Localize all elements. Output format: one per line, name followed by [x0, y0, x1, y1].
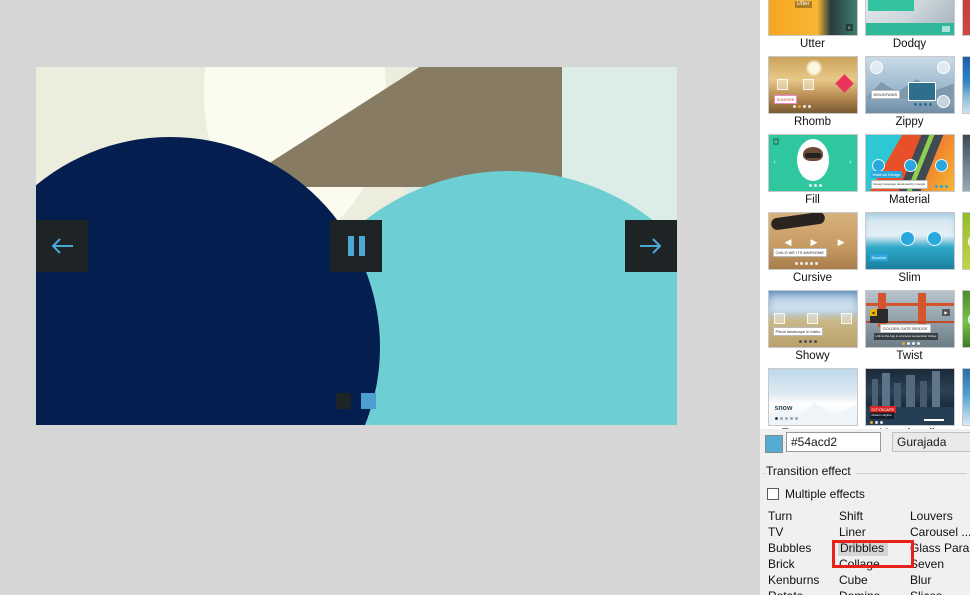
effect-option-selected[interactable]: Dribbles	[838, 540, 889, 556]
template-item-partial[interactable]: D	[958, 0, 970, 56]
pause-icon	[347, 236, 365, 256]
effect-option-blur[interactable]: Blur	[909, 572, 970, 588]
effect-option-tv[interactable]: TV	[767, 524, 838, 540]
arrow-right-icon	[638, 236, 664, 256]
template-thumbnail[interactable]: MOUNTAINS	[864, 56, 955, 114]
template-item-partial[interactable]	[958, 212, 970, 290]
multiple-effects-label: Multiple effects	[785, 487, 865, 501]
effect-option-cube[interactable]: Cube	[838, 572, 909, 588]
template-item-twist[interactable]: ◀ ▶ GOLDEN GATE BRIDGE Link to the bay i…	[861, 290, 958, 368]
transition-effect-label: Transition effect	[766, 464, 856, 478]
template-thumbnail[interactable]: Seaside	[864, 212, 955, 270]
effect-option-dribbles[interactable]: Dribbles	[838, 540, 909, 556]
template-thumbnail[interactable]: Material Design Design language develope…	[864, 134, 955, 192]
template-item-rhomb[interactable]: SUNRISE Rhomb	[764, 56, 861, 134]
effect-option-shift[interactable]: Shift	[838, 508, 909, 524]
template-item-cursive[interactable]: ◀ ▶ ▶ CHILD WE ITS AWESOME Cursive	[764, 212, 861, 290]
template-thumbnail[interactable]: CITYSCAPE Modern skyline	[864, 368, 955, 426]
template-item-utter[interactable]: Utter II Utter	[764, 0, 861, 56]
template-item-zippy[interactable]: MOUNTAINS Zippy	[861, 56, 958, 134]
template-gallery[interactable]: Utter II Utter Teams Lorem ipsum dolor si…	[760, 0, 970, 429]
color-and-font-row: Gurajada	[760, 430, 970, 456]
template-item-fill[interactable]: JOHN II ‹ › Fill	[764, 134, 861, 212]
template-label: Showy	[795, 350, 830, 362]
slider-pagination[interactable]	[336, 393, 376, 409]
effect-option-seven[interactable]: Seven	[909, 556, 970, 572]
effect-option-bubbles[interactable]: Bubbles	[767, 540, 838, 556]
effect-option-rotate[interactable]: Rotate	[767, 588, 838, 595]
transition-effect-group: Transition effect Multiple effects Turn S…	[760, 464, 970, 595]
template-thumbnail[interactable]: D	[961, 0, 970, 36]
transition-effects-list[interactable]: Turn Shift Louvers TV Liner Carousel ... Bubbl…	[767, 508, 970, 595]
template-label: Twist	[896, 350, 923, 362]
effect-option-glass-para[interactable]: Glass Para...	[909, 540, 970, 556]
effect-option-domino[interactable]: Domino	[838, 588, 909, 595]
effect-option-collage[interactable]: Collage	[838, 556, 909, 572]
effect-option-turn[interactable]: Turn	[767, 508, 838, 524]
template-item-partial[interactable]	[958, 134, 970, 212]
template-item-dodqy[interactable]: Teams Lorem ipsum dolor sit amet Dodqy	[861, 0, 958, 56]
template-label: Megalopolis	[879, 426, 940, 429]
template-thumbnail[interactable]	[961, 56, 970, 114]
template-thumbnail[interactable]: ◀ ▶ GOLDEN GATE BRIDGE Link to the bay i…	[864, 290, 955, 348]
template-label: Utter	[800, 38, 825, 50]
slider-pause-button[interactable]	[330, 220, 382, 272]
effect-option-liner[interactable]: Liner	[838, 524, 909, 540]
template-thumbnail[interactable]	[961, 368, 970, 426]
hex-color-input[interactable]	[786, 432, 881, 452]
template-thumbnail[interactable]	[961, 290, 970, 348]
template-item-partial[interactable]	[958, 56, 970, 134]
template-item-slim[interactable]: Seaside Slim	[861, 212, 958, 290]
template-label: Zippy	[895, 116, 924, 128]
template-item-partial[interactable]	[958, 368, 970, 429]
template-thumbnail[interactable]: snow	[767, 368, 858, 426]
right-settings-panel: Utter II Utter Teams Lorem ipsum dolor si…	[760, 0, 970, 595]
template-thumbnail[interactable]: Utter II	[767, 0, 858, 36]
arrow-left-icon	[49, 236, 75, 256]
template-label: Cursive	[793, 272, 832, 284]
template-thumbnail[interactable]: Teams Lorem ipsum dolor sit amet	[864, 0, 955, 36]
multiple-effects-checkbox[interactable]	[767, 488, 779, 500]
template-thumbnail[interactable]: SUNRISE	[767, 56, 858, 114]
template-item-transparent[interactable]: snow Transparent	[764, 368, 861, 429]
pagination-dot-1[interactable]	[336, 393, 351, 409]
effect-option-brick[interactable]: Brick	[767, 556, 838, 572]
template-label: Slim	[898, 272, 921, 284]
template-item-megalopolis[interactable]: CITYSCAPE Modern skyline Megalopolis	[861, 368, 958, 429]
template-grid: Utter II Utter Teams Lorem ipsum dolor si…	[764, 0, 970, 429]
multiple-effects-row[interactable]: Multiple effects	[767, 487, 865, 501]
font-family-select[interactable]: Gurajada	[892, 432, 970, 452]
template-label: Dodqy	[892, 38, 927, 50]
template-label: Material	[889, 194, 930, 206]
pagination-dot-2[interactable]	[361, 393, 376, 409]
template-thumbnail[interactable]	[961, 134, 970, 192]
template-item-showy[interactable]: Plural landscape in Idaho Showy	[764, 290, 861, 368]
color-swatch-button[interactable]	[765, 435, 783, 453]
effect-option-kenburns[interactable]: Kenburns	[767, 572, 838, 588]
template-label: Rhomb	[793, 116, 832, 128]
effect-option-louvers[interactable]: Louvers	[909, 508, 970, 524]
effect-option-slices[interactable]: Slices	[909, 588, 970, 595]
preview-area	[0, 0, 760, 595]
template-thumbnail[interactable]: JOHN II ‹ ›	[767, 134, 858, 192]
template-item-partial[interactable]	[958, 290, 970, 368]
template-thumbnail[interactable]: Plural landscape in Idaho	[767, 290, 858, 348]
effect-option-carousel[interactable]: Carousel ...	[909, 524, 970, 540]
template-thumbnail[interactable]	[961, 212, 970, 270]
slider-preview-stage[interactable]	[36, 67, 677, 425]
template-label: Transparent	[782, 426, 844, 429]
template-item-material[interactable]: Material Design Design language develope…	[861, 134, 958, 212]
template-thumbnail[interactable]: ◀ ▶ ▶ CHILD WE ITS AWESOME	[767, 212, 858, 270]
slider-prev-button[interactable]	[36, 220, 88, 272]
slider-next-button[interactable]	[625, 220, 677, 272]
template-label: Fill	[805, 194, 820, 206]
